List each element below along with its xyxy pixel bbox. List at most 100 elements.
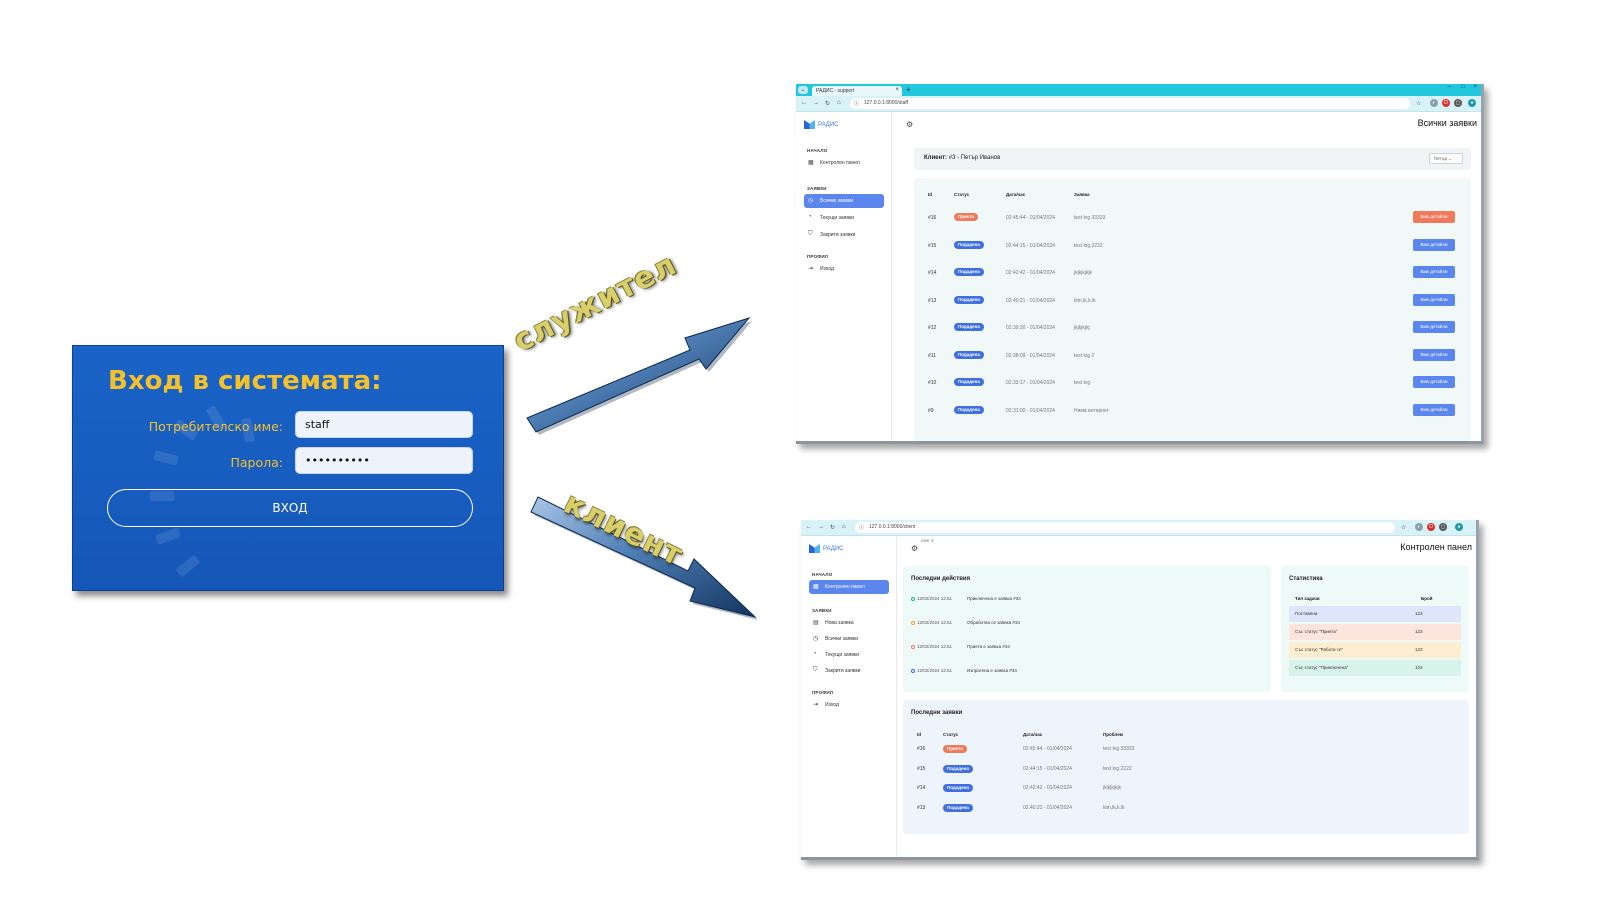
profile-avatar-icon[interactable]: ● (1468, 99, 1476, 107)
profile-avatar-icon[interactable]: ● (1455, 523, 1463, 531)
page-title: Контролен панел (1400, 542, 1472, 552)
col-header-datetime: Дата/час (1023, 732, 1043, 737)
view-details-button[interactable]: Виж детайли (1413, 293, 1455, 306)
view-details-button[interactable]: Виж детайли (1413, 376, 1455, 388)
stats-label: Поставени (1295, 611, 1318, 616)
row-request: jkjkjkjkj (1074, 325, 1090, 331)
row-datetime: 02:45:44 - 01/04/2024 (1006, 215, 1055, 221)
settings-gear-icon[interactable]: ⚙ (906, 120, 913, 129)
table-row: #13 Подадена 02:40:21 - 01/04/2024 klm,lk,k… (903, 801, 1469, 819)
stats-row: Със статус "Приключена" 123 (1289, 660, 1461, 676)
stats-row: Поставени 123 (1289, 606, 1461, 622)
sidebar-item-all-requests[interactable]: ◷ Всички заявки (809, 632, 889, 646)
view-details-button[interactable]: Виж детайли (1413, 238, 1455, 251)
view-details-button[interactable]: Виж детайли (1413, 348, 1455, 361)
password-label: Парола: (230, 455, 283, 470)
sidebar-item-logout[interactable]: ⇥ Изход (804, 262, 884, 276)
recent-requests-title: Последни заявки (911, 710, 963, 716)
row-datetime: 02:42:42 - 01/04/2024 (1023, 785, 1072, 791)
view-details-button[interactable]: Виж детайли (1413, 266, 1455, 278)
sidebar-item-new-request[interactable]: ▤ Нова заявка (809, 616, 889, 630)
sidebar-item-label: Контролен панел (820, 160, 860, 166)
stats-count: 123 (1415, 647, 1423, 652)
new-tab-icon[interactable]: + (906, 85, 911, 94)
view-details-button[interactable]: Виж детайли (1413, 321, 1455, 333)
col-header-status: Статус (943, 732, 959, 737)
sidebar-item-logout[interactable]: ⇥ Изход (809, 698, 889, 712)
tab-menu-icon[interactable]: ⌄ (798, 86, 808, 94)
row-problem: klm,lk,k.lk (1103, 804, 1125, 811)
row-request: Няма интернет (1074, 407, 1109, 414)
client-select[interactable]: Петър ⌄ (1429, 153, 1463, 164)
sidebar-item-current-requests[interactable]: ◔ Текущи заявки (804, 211, 884, 225)
opera-extension-icon[interactable]: O (1442, 99, 1450, 107)
forward-icon[interactable]: → (818, 524, 824, 530)
sidebar-item-dashboard[interactable]: ▦ Контролен панел (804, 156, 884, 170)
sidebar-item-dashboard[interactable]: ▦ Контролен панел (809, 580, 889, 594)
sidebar-item-closed-requests[interactable]: ⛉ Закрити заявки (804, 228, 884, 242)
puzzle-extension-icon[interactable]: ▢ (1454, 99, 1462, 107)
browser-tab[interactable]: РАДИС - support × (812, 86, 902, 96)
action-item: 12/02/2024 12:51 Изпратена е заявка #34 (911, 668, 1017, 673)
back-icon[interactable]: ← (801, 100, 807, 106)
forward-icon[interactable]: → (813, 100, 819, 106)
client-main: ⚙ user 3 Контролен панел Последни действ… (897, 536, 1476, 857)
extension-icon[interactable]: ◐ (1430, 99, 1438, 107)
home-icon[interactable]: ⌂ (842, 524, 846, 530)
reload-icon[interactable]: ↻ (830, 524, 835, 531)
table-row: #12 Подадена 02:39:30 - 01/04/2024 jkjkjkjk… (914, 316, 1471, 344)
status-badge: Подадена (954, 405, 984, 414)
minimize-icon[interactable]: – (1448, 84, 1451, 90)
status-badge: Подадена (954, 350, 984, 359)
col-header-id: Id (917, 732, 921, 737)
sidebar-item-label: Закрити заявки (825, 668, 861, 674)
url-field[interactable]: ⓘ 127.0.0.1:8000/staff (850, 98, 1410, 109)
dashboard-icon: ▦ (808, 160, 814, 166)
bookmark-star-icon[interactable]: ☆ (1416, 100, 1421, 107)
site-info-icon[interactable]: ⓘ (859, 524, 864, 531)
sidebar-section-requests: ЗАЯВКИ (807, 186, 827, 191)
close-icon[interactable]: × (895, 87, 899, 93)
row-id: #15 (928, 242, 937, 249)
password-input[interactable] (295, 447, 473, 474)
sidebar-section-requests: ЗАЯВКИ (812, 608, 832, 613)
sidebar-item-all-requests[interactable]: ◷ Всички заявки (804, 194, 884, 208)
brand[interactable]: РАДИС (809, 544, 844, 553)
action-text: Обработва се заявка #34 (967, 620, 1020, 625)
table-row: #13 Подадена 02:40:21 - 01/04/2024 klm,lk,k… (914, 289, 1471, 317)
sidebar-section-profile: ПРОФИЛ (812, 690, 834, 695)
sidebar-item-current-requests[interactable]: ◔ Текущи заявки (809, 648, 889, 662)
extension-icon[interactable]: ◐ (1415, 523, 1423, 531)
sidebar-section-home: НАЧАЛО (812, 572, 833, 577)
row-id: #14 (928, 270, 937, 276)
reload-icon[interactable]: ↻ (825, 100, 830, 107)
row-datetime: 02:42:42 - 01/04/2024 (1006, 270, 1055, 276)
row-problem: jkjkjkjkjk (1103, 785, 1122, 791)
settings-gear-icon[interactable]: ⚙ (911, 544, 918, 553)
username-input[interactable] (295, 411, 473, 438)
row-datetime: 02:33:17 - 01/04/2024 (1006, 380, 1055, 386)
stats-count: 123 (1415, 611, 1423, 616)
site-info-icon[interactable]: ⓘ (854, 100, 859, 107)
back-icon[interactable]: ← (806, 524, 812, 530)
username-label: Потребителско име: (148, 419, 283, 434)
action-time: 12/02/2024 12:51 (917, 668, 953, 673)
maximize-icon[interactable]: □ (1461, 84, 1465, 90)
table-row: #14 Подадена 02:42:42 - 01/04/2024 jkjkjkjk… (903, 781, 1469, 799)
sidebar: РАДИС НАЧАЛО ▦ Контролен панел ЗАЯВКИ ▤ Но… (801, 536, 897, 857)
row-id: #13 (917, 804, 926, 811)
home-icon[interactable]: ⌂ (837, 100, 841, 106)
window-close-icon[interactable]: × (1473, 84, 1477, 90)
sidebar-item-closed-requests[interactable]: ⛉ Закрити заявки (809, 664, 889, 678)
puzzle-extension-icon[interactable]: ▢ (1439, 523, 1447, 531)
url-field[interactable]: ⓘ 127.0.0.1:8000/client (855, 522, 1395, 533)
client-select-value: Петър (1434, 156, 1447, 161)
login-button[interactable]: ВХОД (107, 489, 473, 527)
view-details-button[interactable]: Виж детайли (1413, 211, 1455, 223)
view-details-button[interactable]: Виж детайли (1413, 403, 1455, 416)
clock-icon: ◷ (808, 198, 814, 204)
brand[interactable]: РАДИС (804, 120, 839, 129)
opera-extension-icon[interactable]: O (1427, 523, 1435, 531)
bookmark-star-icon[interactable]: ☆ (1401, 524, 1406, 531)
table-row: #11 Подадена 02:38:09 - 01/04/2024 test log… (914, 344, 1471, 372)
